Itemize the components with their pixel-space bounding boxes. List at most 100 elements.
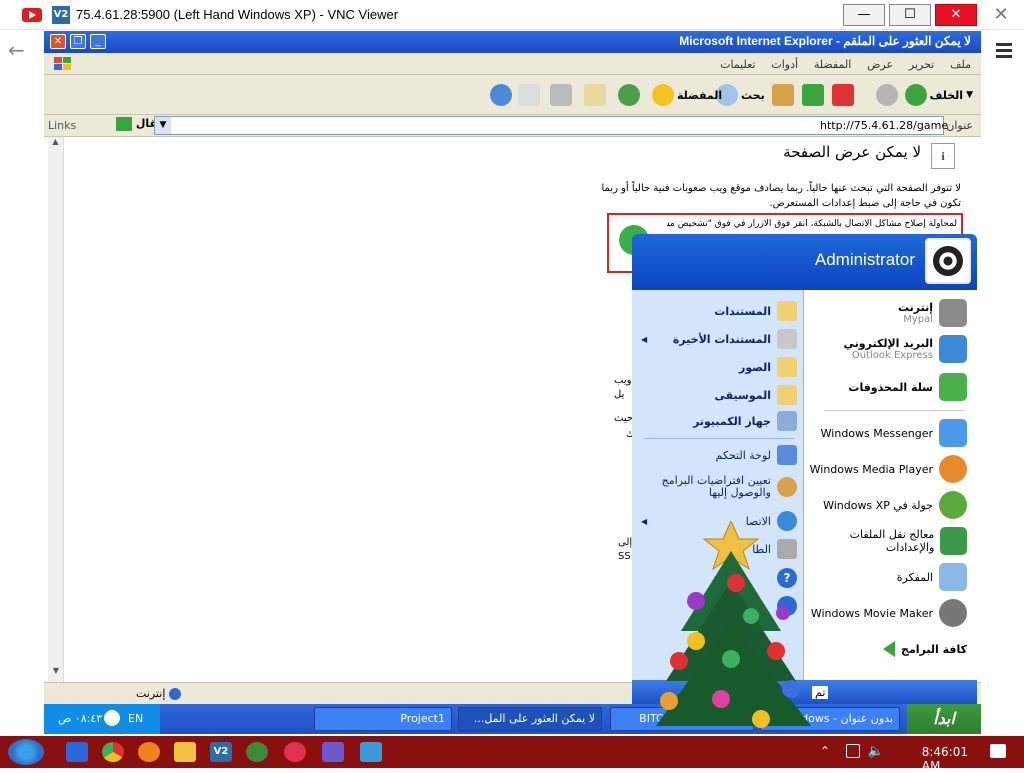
favorites-button[interactable]: المفضلة [652,81,722,109]
keyboard-icon[interactable] [66,742,88,762]
ie-menubar: ملف تحرير عرض المفضلة أدوات تعليمات [44,53,981,75]
stop-button[interactable] [832,81,854,109]
user-name: Administrator [814,250,915,269]
recent-item[interactable]: المفكرة [897,560,967,594]
mail-icon [584,84,606,106]
app-icon[interactable] [322,742,344,762]
minimize-button[interactable]: — [843,4,885,26]
notification-icon[interactable] [990,744,1006,758]
control-panel-icon [777,445,797,465]
ie-minimize-button[interactable]: _ [90,34,106,49]
page-paragraph: لا تتوفر الصفحة التي تبحث عنها حالياً. ر… [601,183,961,209]
history-button[interactable] [618,81,640,109]
transfer-wizard-icon [940,527,967,555]
system-item[interactable]: لوحة التحكم [633,442,803,468]
app-icon[interactable] [246,742,268,762]
remote-desktop: ✕ ❐ _ لا يمكن العثور على الملقم - Micros… [44,31,981,734]
menu-favorites[interactable]: المفضلة [814,58,851,71]
recent-label: Windows Messenger [820,426,933,440]
vnc-icon[interactable]: V2 [210,742,232,762]
print-icon [550,84,572,106]
refresh-button[interactable] [802,81,824,109]
back-arrow-icon[interactable]: ← [8,38,34,62]
places-item[interactable]: المستندات [633,298,803,324]
start-button[interactable]: ابدأ [907,704,981,734]
firefox-icon[interactable] [138,742,160,762]
places-item[interactable]: جهاز الكمبيوتر [633,408,803,434]
messenger-button[interactable] [490,81,512,109]
user-avatar[interactable] [925,238,971,284]
host-clock[interactable]: 8:46:01 AM [922,745,968,773]
pinned-sub: Outlook Express [851,350,933,361]
music-icon [777,385,797,405]
submenu-arrow-icon: ◀ [641,334,648,344]
start-menu-header: Administrator [632,234,977,290]
app-icon[interactable] [284,742,306,762]
computer-icon [777,411,797,431]
system-item[interactable]: تعيين افتراضيات البرامج والوصول إليها [633,470,803,504]
menu-view[interactable]: عرض [867,58,893,71]
places-item[interactable]: الموسيقى [633,382,803,408]
pinned-item[interactable]: إنترنت Mypal [898,296,967,330]
close-icon[interactable]: ✕ [988,4,1014,26]
recent-label: Windows Media Player [809,462,933,476]
youtube-icon [22,8,42,22]
recent-item[interactable]: Windows Messenger [821,416,967,450]
maximize-button[interactable]: ☐ [889,4,931,26]
scroll-down-icon[interactable]: ▼ [48,666,64,682]
network-icon[interactable] [846,744,860,758]
print-button[interactable] [550,81,572,109]
close-button[interactable]: ✕ [935,4,977,26]
pinned-item[interactable]: البريد الإلكتروني Outlook Express [844,332,967,366]
back-button[interactable]: الخلف ▼ [904,81,973,109]
vnc-titlebar: V2 75.4.61.28:5900 (Left Hand Windows XP… [0,0,1024,30]
menu-file[interactable]: ملف [950,58,971,71]
recent-item[interactable]: Windows Media Player [810,452,967,486]
app-icon[interactable] [360,742,382,762]
links-label[interactable]: Links [48,119,76,132]
address-url: http://75.4.61.28/game [820,119,949,132]
movie-maker-icon [939,599,967,627]
window-title: 75.4.61.28:5900 (Left Hand Windows XP) -… [76,7,399,22]
lang-icon[interactable] [104,710,120,726]
places-item[interactable]: المستندات الأخيرة ◀ [633,326,803,352]
submenu-arrow-icon: ◀ [641,516,648,526]
menu-tools[interactable]: أدوات [771,58,798,71]
home-button[interactable] [772,81,794,109]
folder-icon[interactable] [174,742,196,762]
ie-restore-button[interactable]: ❐ [70,34,86,49]
ie-toolbar: الخلف ▼ بحث المفضلة [44,75,981,115]
address-dropdown-icon[interactable]: ▼ [155,117,171,134]
pinned-sub: Mypal [903,314,933,325]
taskbar-button[interactable]: Project1 [314,707,452,731]
mail-button[interactable] [584,81,606,109]
pinned-label: سلة المحذوفات [848,380,933,394]
taskbar-button[interactable]: لا يمكن العثور على المل... [458,707,602,731]
chrome-icon[interactable] [102,742,124,762]
menu-help[interactable]: تعليمات [720,58,755,71]
star-icon [652,84,674,106]
hamburger-menu-icon[interactable] [994,40,1014,60]
windows-start-orb[interactable] [8,739,44,765]
xp-tray: ٠٨:٤٣ ص EN [44,704,160,734]
vertical-scrollbar[interactable]: ▲ ▼ [48,137,64,682]
lang-indicator[interactable]: EN [128,712,143,725]
globe-icon [168,688,181,700]
recent-item[interactable]: جولة في Windows XP [823,488,967,522]
all-programs-button[interactable]: كافة البرامج [883,632,967,666]
menu-edit[interactable]: تحرير [909,58,934,71]
places-label: الموسيقى [714,388,771,402]
forward-button[interactable] [876,81,898,109]
places-item[interactable]: الصور [633,354,803,380]
ie-close-button[interactable]: ✕ [50,34,66,49]
volume-icon[interactable]: 🔈 [868,744,884,759]
recent-label: المفكرة [896,570,933,584]
scroll-up-icon[interactable]: ▲ [48,137,63,153]
all-programs-label: كافة البرامج [901,642,967,656]
chevron-up-icon[interactable]: ⌃ [820,744,834,758]
zone-text: إنترنت [136,687,166,700]
vnc-app-icon: V2 [52,6,70,24]
search-button[interactable]: بحث [716,81,765,109]
pinned-item[interactable]: سلة المحذوفات [848,370,967,404]
edit-button[interactable] [518,81,540,109]
